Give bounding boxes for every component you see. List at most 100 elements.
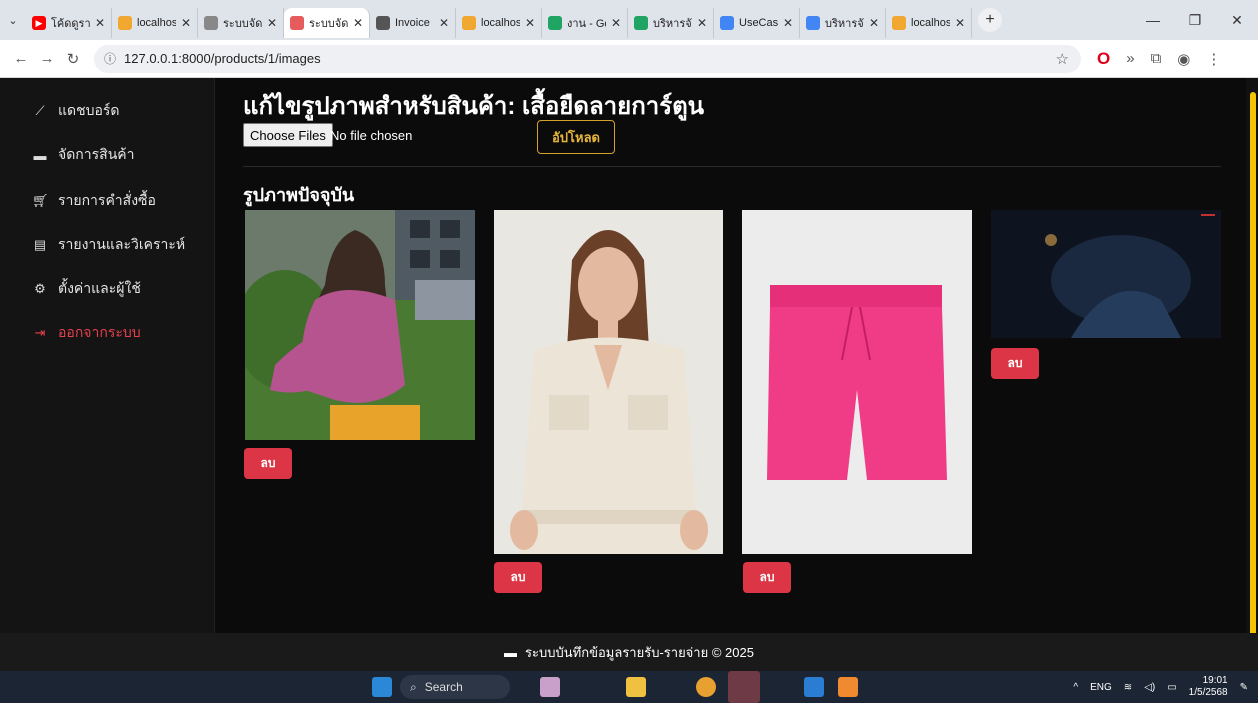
volume-icon[interactable]: ◁)	[1144, 682, 1155, 693]
scrollbar-thumb[interactable]	[1250, 92, 1256, 652]
extensions-area: O » ⧉ ◉ ⋮	[1097, 49, 1221, 69]
logout-icon: ⇥	[34, 325, 46, 340]
site-info-icon[interactable]: ⓘ	[104, 50, 116, 67]
browser-tab[interactable]: UseCase✕	[714, 8, 800, 38]
system-tray: ^ ENG ≋ ◁) ▭ 19:01 1/5/2568 ✎	[1073, 671, 1248, 703]
sidebar-item-settings[interactable]: ⚙ ตั้งค่าและผู้ใช้	[32, 278, 141, 300]
widget-icon[interactable]	[540, 677, 560, 697]
delete-image-2-button[interactable]: ลบ	[494, 562, 542, 593]
upload-button[interactable]: อัปโหลด	[537, 120, 615, 154]
bar-chart-icon: ▤	[33, 237, 47, 252]
choose-files-button[interactable]: Choose Files	[243, 123, 333, 147]
main-content: แก้ไขรูปภาพสำหรับสินค้า: เสื้อยืดลายการ์…	[215, 78, 1246, 633]
footer-text: ระบบบันทึกข้อมูลรายรับ-รายจ่าย © 2025	[525, 644, 754, 660]
close-tab-icon[interactable]: ✕	[353, 16, 363, 30]
sidebar-item-orders[interactable]: 🛒︎ รายการคำสั่งซื้อ	[32, 190, 156, 212]
close-tab-icon[interactable]: ✕	[181, 16, 191, 30]
chevron-up-icon[interactable]: ^	[1073, 682, 1078, 693]
close-tab-icon[interactable]: ✕	[525, 16, 535, 30]
close-window-icon[interactable]: ✕	[1216, 0, 1258, 40]
section-title: รูปภาพปัจจุบัน	[243, 185, 355, 205]
window-controls: — ❐ ✕	[1132, 0, 1258, 40]
drive-icon	[548, 16, 562, 30]
delete-image-4-button[interactable]: ลบ	[991, 348, 1039, 379]
divider	[243, 166, 1221, 167]
browser-tab-bar: ⌄ ▶โค้ดดูรายได้✕ localhost✕ ระบบจัดการ✕ …	[0, 0, 1258, 40]
browser-tab[interactable]: localhost✕	[112, 8, 198, 38]
url-input[interactable]: ⓘ 127.0.0.1:8000/products/1/images ☆	[94, 44, 1081, 73]
opera-icon[interactable]: O	[1097, 49, 1110, 69]
close-tab-icon[interactable]: ✕	[439, 16, 449, 30]
delete-image-3-button[interactable]: ลบ	[743, 562, 791, 593]
tab-search-dropdown[interactable]: ⌄	[0, 0, 26, 40]
product-image-4	[991, 210, 1221, 338]
menu-icon[interactable]: ⋮	[1206, 50, 1221, 68]
close-tab-icon[interactable]: ✕	[267, 16, 277, 30]
restore-icon[interactable]: ❐	[1174, 0, 1216, 40]
xampp-icon	[118, 16, 132, 30]
chevron-right-icon[interactable]: »	[1126, 50, 1134, 67]
cart-icon: 🛒︎	[32, 193, 49, 208]
browser-tab[interactable]: งาน - Go✕	[542, 8, 628, 38]
taskbar: ⌕ Search ^ ENG ≋ ◁) ▭ 19:01 1/5/2568 ✎	[0, 671, 1258, 703]
sidebar-item-products[interactable]: ▬ จัดการสินค้า	[32, 144, 135, 166]
new-tab-button[interactable]: +	[978, 8, 1002, 32]
browser-tab[interactable]: บริหารจัดการ✕	[628, 8, 714, 38]
browser-tab-active[interactable]: ระบบจัดการ✕	[284, 8, 370, 38]
youtube-icon: ▶	[32, 16, 46, 30]
sidebar-item-reports[interactable]: ▤ รายงานและวิเคราะห์	[32, 234, 185, 256]
extensions-icon[interactable]: ⧉	[1151, 50, 1162, 67]
page-title: แก้ไขรูปภาพสำหรับสินค้า: เสื้อยืดลายการ์…	[243, 93, 705, 120]
search-icon: ⌕	[410, 679, 417, 694]
file-explorer-icon[interactable]	[626, 677, 646, 697]
bookmark-star-icon[interactable]: ☆	[1056, 50, 1069, 68]
box-icon: ▬	[33, 147, 47, 163]
notification-icon[interactable]: ✎	[1240, 682, 1248, 693]
battery-icon[interactable]: ▭	[1167, 682, 1176, 693]
vscode-icon[interactable]	[804, 677, 824, 697]
sidebar-item-logout[interactable]: ⇥ ออกจากระบบ	[32, 322, 141, 344]
globe-icon	[376, 16, 390, 30]
close-tab-icon[interactable]: ✕	[95, 16, 105, 30]
browser-tab[interactable]: บริหารจัดการ✕	[800, 8, 886, 38]
profile-icon[interactable]: ◉	[1177, 50, 1190, 68]
browser-tab[interactable]: localhost✕	[886, 8, 972, 38]
app-icon[interactable]	[728, 671, 760, 703]
close-tab-icon[interactable]: ✕	[955, 16, 965, 30]
clock[interactable]: 19:01 1/5/2568	[1189, 675, 1228, 699]
close-tab-icon[interactable]: ✕	[611, 16, 621, 30]
chart-line-icon: ⟋	[35, 103, 45, 118]
minimize-icon[interactable]: —	[1132, 0, 1174, 40]
docs-icon	[806, 16, 820, 30]
browser-tab[interactable]: localhost✕	[456, 8, 542, 38]
forward-icon[interactable]: →	[34, 50, 60, 67]
close-tab-icon[interactable]: ✕	[783, 16, 793, 30]
xampp-icon[interactable]	[838, 677, 858, 697]
wifi-icon[interactable]: ≋	[1124, 682, 1132, 693]
reload-icon[interactable]: ↻	[60, 50, 86, 68]
xampp-icon	[892, 16, 906, 30]
product-image-1	[245, 210, 475, 440]
url-text: 127.0.0.1:8000/products/1/images	[124, 51, 321, 66]
gears-icon: ⚙	[34, 281, 46, 296]
browser-tab[interactable]: ระบบจัดการ✕	[198, 8, 284, 38]
app-body: ⟋ แดชบอร์ด ▬ จัดการสินค้า 🛒︎ รายการคำสั่งซื…	[0, 78, 1258, 652]
browser-tab[interactable]: ▶โค้ดดูรายได้✕	[26, 8, 112, 38]
chrome-icon[interactable]	[696, 677, 716, 697]
sidebar-item-dashboard[interactable]: ⟋ แดชบอร์ด	[32, 100, 119, 122]
browser-tab[interactable]: Invoice ✕	[370, 8, 456, 38]
laravel-icon	[290, 16, 304, 30]
address-bar: ← → ↻ ⓘ 127.0.0.1:8000/products/1/images…	[0, 40, 1258, 78]
product-image-2	[494, 210, 723, 554]
taskbar-search[interactable]: ⌕ Search	[400, 675, 510, 699]
sidebar: ⟋ แดชบอร์ด ▬ จัดการสินค้า 🛒︎ รายการคำสั่งซื…	[0, 78, 215, 633]
language-indicator[interactable]: ENG	[1090, 682, 1112, 693]
file-status: No file chosen	[330, 128, 413, 143]
scrollbar[interactable]	[1246, 78, 1258, 652]
windows-start-icon[interactable]	[372, 677, 392, 697]
back-icon[interactable]: ←	[8, 50, 34, 67]
close-tab-icon[interactable]: ✕	[697, 16, 707, 30]
delete-image-1-button[interactable]: ลบ	[244, 448, 292, 479]
docs-icon	[720, 16, 734, 30]
close-tab-icon[interactable]: ✕	[869, 16, 879, 30]
